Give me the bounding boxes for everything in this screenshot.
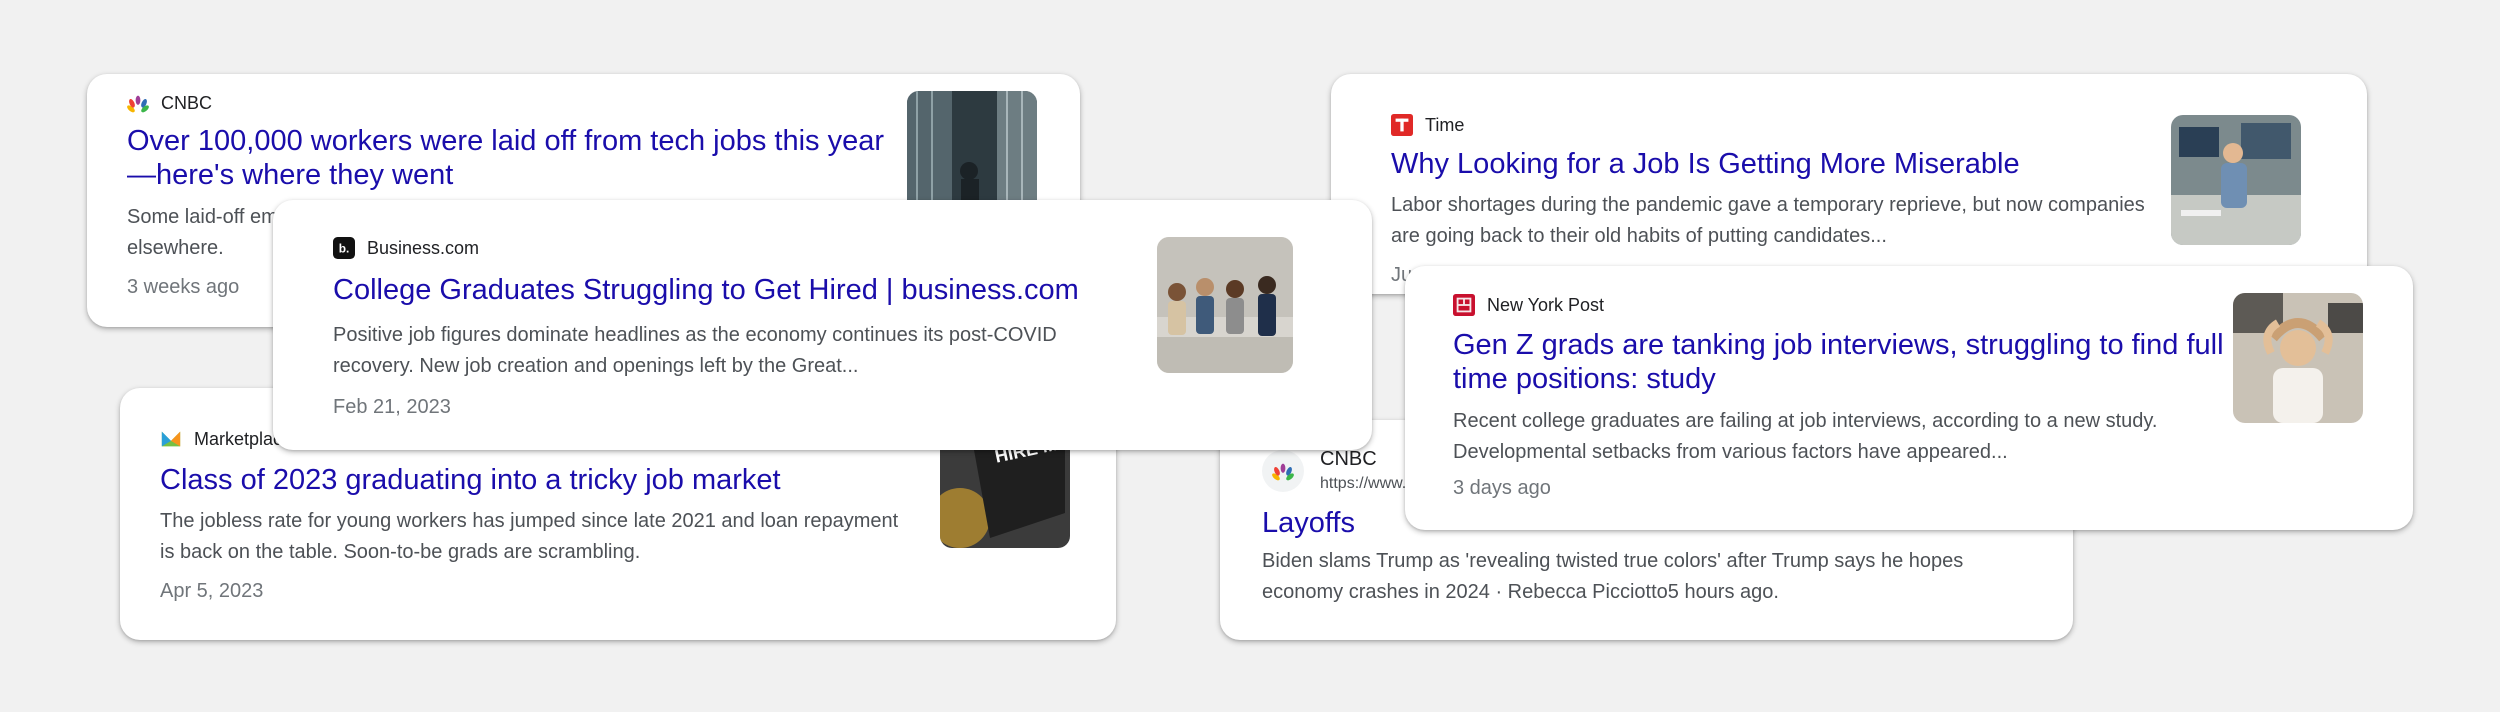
source-name: New York Post bbox=[1487, 294, 1605, 315]
result-date: 3 weeks ago bbox=[127, 276, 240, 298]
result-title-link[interactable]: Class of 2023 graduating into a tricky j… bbox=[160, 463, 920, 497]
result-snippet: Positive job figures dominate headlines … bbox=[333, 324, 1057, 377]
relaxed-woman-laptop-thumbnail[interactable] bbox=[2233, 293, 2363, 423]
result-title-link[interactable]: Over 100,000 workers were laid off from … bbox=[127, 124, 907, 192]
cnbc-peacock-icon bbox=[1272, 463, 1294, 480]
source-row: CNBC https://www... bbox=[1262, 448, 1415, 493]
result-snippet: Biden slams Trump as 'revealing twisted … bbox=[1262, 550, 1964, 603]
office-worker-photo-thumbnail[interactable] bbox=[2171, 115, 2301, 245]
source-name: Time bbox=[1425, 114, 1465, 135]
result-title-link[interactable]: College Graduates Struggling to Get Hire… bbox=[333, 273, 1133, 307]
source-row: b. Business.com bbox=[333, 237, 479, 259]
result-snippet: Labor shortages during the pandemic gave… bbox=[1391, 194, 2145, 247]
source-text: CNBC https://www... bbox=[1320, 448, 1415, 493]
business-com-logo-icon: b. bbox=[333, 237, 355, 259]
result-date: Feb 21, 2023 bbox=[333, 396, 451, 418]
result-card-nypost[interactable]: New York Post Gen Z grads are tanking jo… bbox=[1405, 266, 2413, 530]
source-url[interactable]: https://www... bbox=[1320, 475, 1415, 493]
source-name: Business.com bbox=[367, 237, 480, 258]
cnbc-icon-badge bbox=[1262, 449, 1304, 492]
result-title-link[interactable]: Gen Z grads are tanking job interviews, … bbox=[1453, 328, 2233, 396]
result-date: 3 days ago bbox=[1453, 477, 1551, 499]
nypost-logo-icon bbox=[1453, 294, 1475, 316]
result-snippet: Recent college graduates are failing at … bbox=[1453, 410, 2158, 463]
result-snippet: The jobless rate for young workers has j… bbox=[160, 510, 899, 563]
relaxed-woman-laptop-photo bbox=[2233, 293, 2363, 423]
source-name: CNBC bbox=[161, 92, 213, 113]
source-row: Time bbox=[1391, 114, 1464, 136]
svg-text:b.: b. bbox=[339, 242, 350, 256]
candidates-waiting-thumbnail[interactable] bbox=[1157, 237, 1293, 373]
result-card-time[interactable]: Time Why Looking for a Job Is Getting Mo… bbox=[1331, 74, 2367, 294]
source-name: CNBC bbox=[1320, 448, 1377, 470]
candidates-waiting-photo bbox=[1157, 237, 1293, 373]
time-logo-icon bbox=[1391, 114, 1413, 136]
source-row: New York Post bbox=[1453, 294, 1604, 316]
result-date: Apr 5, 2023 bbox=[160, 580, 264, 602]
office-worker-photo bbox=[2171, 115, 2301, 245]
marketplace-logo-icon bbox=[161, 431, 181, 447]
cnbc-peacock-icon bbox=[127, 95, 149, 113]
result-card-business-com[interactable]: b. Business.com College Graduates Strugg… bbox=[273, 200, 1372, 450]
source-row: CNBC bbox=[127, 92, 212, 114]
result-title-link[interactable]: Why Looking for a Job Is Getting More Mi… bbox=[1391, 147, 2151, 181]
